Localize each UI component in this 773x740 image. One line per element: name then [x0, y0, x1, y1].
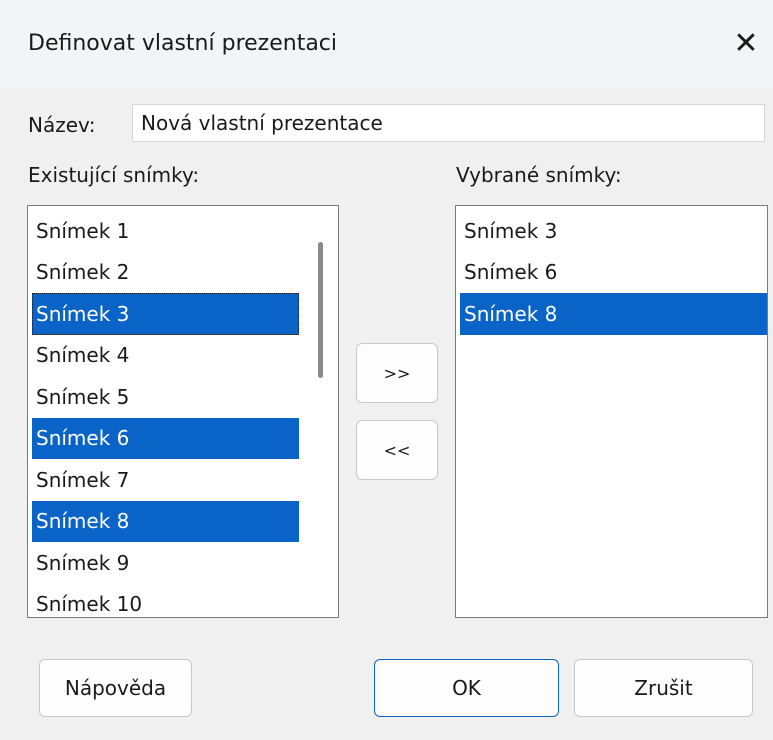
list-item[interactable]: Snímek 9: [32, 542, 299, 584]
list-item[interactable]: Snímek 2: [32, 252, 299, 294]
list-item[interactable]: Snímek 4: [32, 335, 299, 377]
selected-slides-list[interactable]: Snímek 3 Snímek 6 Snímek 8: [455, 205, 768, 618]
dialog-title: Definovat vlastní prezentaci: [28, 31, 338, 56]
list-item[interactable]: Snímek 6: [460, 252, 767, 294]
list-item[interactable]: Snímek 5: [32, 376, 299, 418]
existing-slides-items: Snímek 1 Snímek 2 Snímek 3 Snímek 4 Sním…: [28, 206, 299, 618]
remove-slides-button[interactable]: <<: [356, 420, 438, 480]
name-label: Název:: [28, 113, 96, 137]
list-item[interactable]: Snímek 6: [32, 417, 299, 459]
selected-slides-label: Vybrané snímky:: [456, 163, 622, 187]
list-item[interactable]: Snímek 8: [460, 293, 767, 335]
existing-slides-list[interactable]: Snímek 1 Snímek 2 Snímek 3 Snímek 4 Sním…: [27, 205, 339, 618]
ok-button[interactable]: OK: [374, 659, 559, 717]
list-item[interactable]: Snímek 10: [32, 584, 299, 618]
close-icon[interactable]: ✕: [728, 26, 764, 62]
add-slides-button[interactable]: >>: [356, 343, 438, 403]
scrollbar-thumb[interactable]: [318, 242, 323, 378]
list-item[interactable]: Snímek 1: [32, 210, 299, 252]
list-item[interactable]: Snímek 8: [32, 500, 299, 542]
list-item[interactable]: Snímek 3: [460, 210, 767, 252]
existing-slides-label: Existující snímky:: [28, 163, 200, 187]
selected-slides-items: Snímek 3 Snímek 6 Snímek 8: [456, 206, 767, 335]
name-input[interactable]: [132, 104, 765, 142]
cancel-button[interactable]: Zrušit: [574, 659, 753, 717]
list-item[interactable]: Snímek 7: [32, 459, 299, 501]
help-button[interactable]: Nápověda: [39, 659, 192, 717]
list-item[interactable]: Snímek 3: [32, 293, 299, 335]
